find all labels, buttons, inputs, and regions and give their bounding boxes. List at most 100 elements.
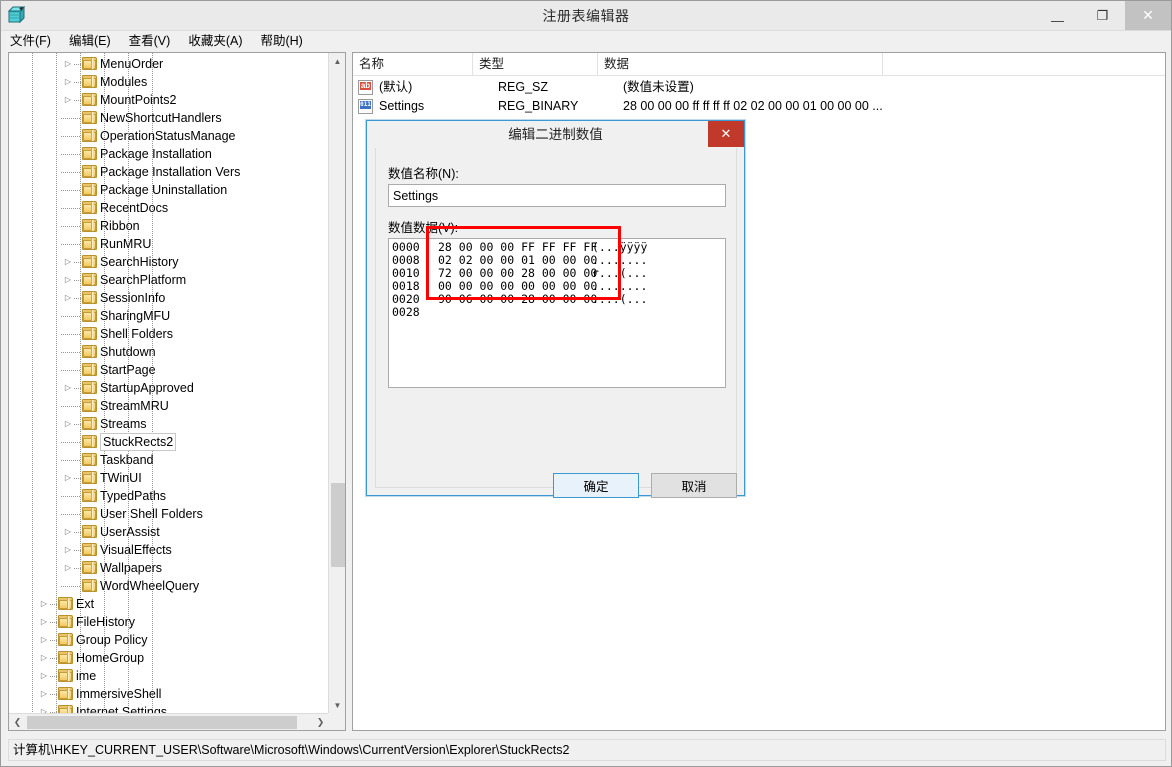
close-icon: ✕ [1142, 7, 1154, 23]
tree-connector [50, 604, 57, 605]
tree-connector [61, 352, 81, 353]
expander-icon[interactable]: ▷ [39, 631, 49, 649]
edit-binary-value-dialog: 编辑二进制数值 ✕ 数值名称(N): 数值数据(V): 000028 00 00… [366, 120, 745, 498]
tree-item-label: StuckRects2 [100, 433, 177, 451]
menu-edit[interactable]: 编辑(E) [60, 31, 120, 51]
expander-icon[interactable]: ▷ [39, 595, 49, 613]
folder-icon [82, 93, 97, 106]
menu-view[interactable]: 查看(V) [120, 31, 180, 51]
tree-connector [61, 316, 81, 317]
expander-icon[interactable]: ▷ [63, 559, 73, 577]
tree-item-label: RecentDocs [100, 201, 169, 215]
folder-icon [82, 309, 97, 322]
expander-icon[interactable]: ▷ [63, 379, 73, 397]
expander-icon[interactable]: ▷ [63, 73, 73, 91]
cancel-button[interactable]: 取消 [651, 473, 737, 498]
tree-horizontal-scrollbar[interactable]: ❮ ❯ [9, 713, 329, 730]
menu-file[interactable]: 文件(F) [1, 31, 60, 51]
folder-icon [82, 147, 97, 160]
tree-connector [50, 694, 57, 695]
tree-connector [61, 496, 81, 497]
folder-icon [82, 435, 97, 448]
folder-icon [82, 129, 97, 142]
tree-connector [50, 676, 57, 677]
folder-icon [82, 399, 97, 412]
expander-icon[interactable]: ▷ [39, 613, 49, 631]
minimize-button[interactable]: — [1035, 1, 1080, 30]
expander-icon[interactable]: ▷ [63, 415, 73, 433]
hex-row[interactable]: 0028 [392, 306, 647, 319]
tree-guide-line [56, 53, 57, 714]
tree-item-label: OperationStatusManage [100, 129, 236, 143]
tree-connector [61, 460, 81, 461]
scroll-right-icon[interactable]: ❯ [312, 714, 329, 730]
tree-connector [74, 424, 81, 425]
value-row[interactable]: ab (默认) REG_SZ (数值未设置) [353, 78, 1165, 97]
value-name-cell: Settings [379, 99, 425, 113]
hex-bytes[interactable]: 90 06 00 00 28 00 00 00 [438, 293, 597, 306]
column-header-data[interactable]: 数据 [598, 53, 883, 75]
tree-vertical-scrollbar[interactable]: ▲ ▼ [328, 53, 345, 714]
expander-icon[interactable]: ▷ [63, 289, 73, 307]
tree-connector [61, 208, 81, 209]
ok-button[interactable]: 确定 [553, 473, 639, 498]
dialog-body: 数值名称(N): 数值数据(V): 000028 00 00 00 FF FF … [375, 148, 737, 498]
close-button[interactable]: ✕ [1125, 1, 1171, 30]
folder-icon [82, 273, 97, 286]
expander-icon[interactable]: ▷ [63, 91, 73, 109]
dialog-title: 编辑二进制数值 [508, 127, 603, 142]
scroll-left-icon[interactable]: ❮ [9, 714, 26, 730]
value-type-cell: REG_SZ [498, 80, 549, 94]
hex-editor[interactable]: 0000 28 00 00 00 FF FF FF FF(...ÿÿÿÿ 0008 0… [388, 238, 726, 388]
expander-icon[interactable]: ▷ [63, 541, 73, 559]
folder-icon [82, 183, 97, 196]
folder-icon [58, 633, 73, 646]
column-header-type[interactable]: 类型 [473, 53, 598, 75]
hex-content[interactable]: 0000 28 00 00 00 FF FF FF FF(...ÿÿÿÿ 0008 0… [392, 241, 647, 319]
tree-vscroll-thumb[interactable] [331, 483, 345, 567]
tree-item-label: Streams [100, 417, 147, 431]
tree-hscroll-thumb[interactable] [27, 716, 297, 729]
column-header-extra[interactable] [883, 53, 1165, 75]
expander-icon[interactable]: ▷ [39, 667, 49, 685]
close-icon: ✕ [720, 126, 732, 141]
column-header-name[interactable]: 名称 [353, 53, 473, 75]
tree-item-label: TypedPaths [100, 489, 167, 503]
tree-guide-line [32, 53, 33, 714]
menu-help[interactable]: 帮助(H) [251, 31, 311, 51]
hex-row[interactable]: 0020 90 06 00 00 28 00 00 00....(... [392, 293, 647, 306]
registry-tree[interactable]: ▷ MenuOrder ▷ Modules ▷ MountPoints2 NewShortc… [9, 53, 329, 714]
tree-item-label: Modules [100, 75, 148, 89]
tree-item-label: Package Installation [100, 147, 212, 161]
expander-icon[interactable]: ▷ [39, 685, 49, 703]
tree-connector [61, 172, 81, 173]
tree-connector [74, 550, 81, 551]
folder-icon [82, 579, 97, 592]
expander-icon[interactable]: ▷ [39, 649, 49, 667]
menu-favorites[interactable]: 收藏夹(A) [179, 31, 251, 51]
folder-icon [82, 255, 97, 268]
expander-icon[interactable]: ▷ [63, 271, 73, 289]
value-name-input[interactable] [388, 184, 726, 207]
tree-item-label: SessionInfo [100, 291, 166, 305]
hex-ascii: ....(... [592, 292, 648, 306]
expander-icon[interactable]: ▷ [63, 523, 73, 541]
expander-icon[interactable]: ▷ [63, 253, 73, 271]
scroll-up-icon[interactable]: ▲ [329, 53, 345, 70]
folder-icon [58, 597, 73, 610]
tree-connector [74, 478, 81, 479]
value-row[interactable]: 011 Settings REG_BINARY 28 00 00 00 ff ff f… [353, 97, 1165, 116]
tree-item-label: Ribbon [100, 219, 140, 233]
scroll-down-icon[interactable]: ▼ [329, 697, 345, 714]
tree-item-label: User Shell Folders [100, 507, 203, 521]
menu-bar: 文件(F) 编辑(E) 查看(V) 收藏夹(A) 帮助(H) [1, 31, 1171, 51]
expander-icon[interactable]: ▷ [63, 469, 73, 487]
expander-icon[interactable]: ▷ [63, 55, 73, 73]
registry-tree-pane[interactable]: ▷ MenuOrder ▷ Modules ▷ MountPoints2 NewShortc… [8, 52, 346, 731]
maximize-button[interactable]: ❐ [1080, 1, 1125, 30]
dialog-close-button[interactable]: ✕ [708, 121, 744, 147]
tree-item-label: SearchHistory [100, 255, 179, 269]
folder-icon [82, 453, 97, 466]
tree-connector [74, 298, 81, 299]
value-data-cell: (数值未设置) [623, 80, 694, 94]
